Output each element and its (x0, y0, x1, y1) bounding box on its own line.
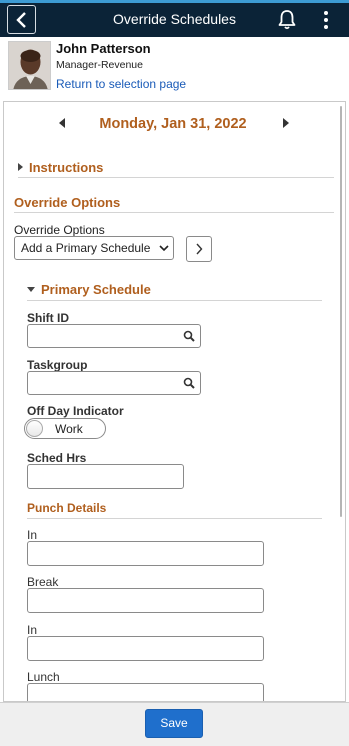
punch-break-input[interactable] (27, 588, 264, 613)
chevron-right-icon (196, 243, 203, 255)
instructions-label: Instructions (29, 160, 104, 175)
taskgroup-input[interactable] (27, 371, 201, 395)
employee-profile: John Patterson Manager-Revenue Return to… (0, 37, 349, 99)
sched-hrs-input[interactable] (27, 464, 184, 489)
chevron-left-icon (15, 11, 26, 28)
punch-in-2-input[interactable] (27, 636, 264, 661)
page-title: Override Schedules (113, 11, 236, 27)
off-day-toggle[interactable]: Work (24, 418, 106, 439)
instructions-section[interactable]: Instructions (18, 160, 334, 178)
punch-details-heading: Punch Details (27, 501, 322, 519)
employee-title: Manager-Revenue (56, 59, 143, 71)
current-date: Monday, Jan 31, 2022 (99, 116, 247, 132)
scrollbar[interactable] (340, 106, 342, 517)
override-go-button[interactable] (186, 236, 212, 262)
punch-in-2-label: In (27, 623, 38, 637)
off-day-toggle-label: Work (55, 422, 83, 436)
primary-schedule-heading: Primary Schedule (41, 282, 151, 297)
override-options-label: Override Options (14, 223, 105, 237)
shift-id-label: Shift ID (27, 311, 69, 325)
employee-name: John Patterson (56, 41, 151, 56)
primary-schedule-section[interactable]: Primary Schedule (27, 282, 322, 301)
punch-break-label: Break (27, 575, 59, 589)
taskgroup-label: Taskgroup (27, 358, 88, 372)
search-icon[interactable] (183, 330, 195, 342)
collapse-triangle-icon (27, 287, 35, 292)
punch-in-label: In (27, 528, 38, 542)
punch-in-input[interactable] (27, 541, 264, 566)
chevron-down-icon (159, 245, 169, 252)
app-header: Override Schedules (0, 3, 349, 37)
kebab-menu-icon[interactable] (318, 9, 334, 31)
avatar (8, 41, 51, 90)
date-navigator: Monday, Jan 31, 2022 (4, 114, 342, 138)
override-options-value: Add a Primary Schedule (21, 241, 151, 255)
punch-lunch-input[interactable] (27, 683, 264, 701)
main-content: Monday, Jan 31, 2022 Instructions Overri… (3, 101, 346, 702)
override-options-select[interactable]: Add a Primary Schedule (14, 236, 174, 260)
sched-hrs-label: Sched Hrs (27, 451, 87, 465)
return-to-selection-link[interactable]: Return to selection page (56, 77, 186, 91)
back-button[interactable] (7, 5, 36, 34)
save-button[interactable]: Save (145, 709, 203, 738)
shift-id-input[interactable] (27, 324, 201, 348)
override-options-heading: Override Options (14, 195, 334, 213)
toggle-knob (26, 420, 43, 437)
punch-lunch-label: Lunch (27, 670, 60, 684)
expand-triangle-icon (18, 163, 23, 171)
off-day-indicator-label: Off Day Indicator (27, 404, 124, 418)
bell-icon[interactable] (277, 9, 297, 31)
search-icon[interactable] (183, 377, 195, 389)
footer-bar: Save (0, 702, 349, 746)
next-day-arrow-icon[interactable] (283, 118, 289, 128)
